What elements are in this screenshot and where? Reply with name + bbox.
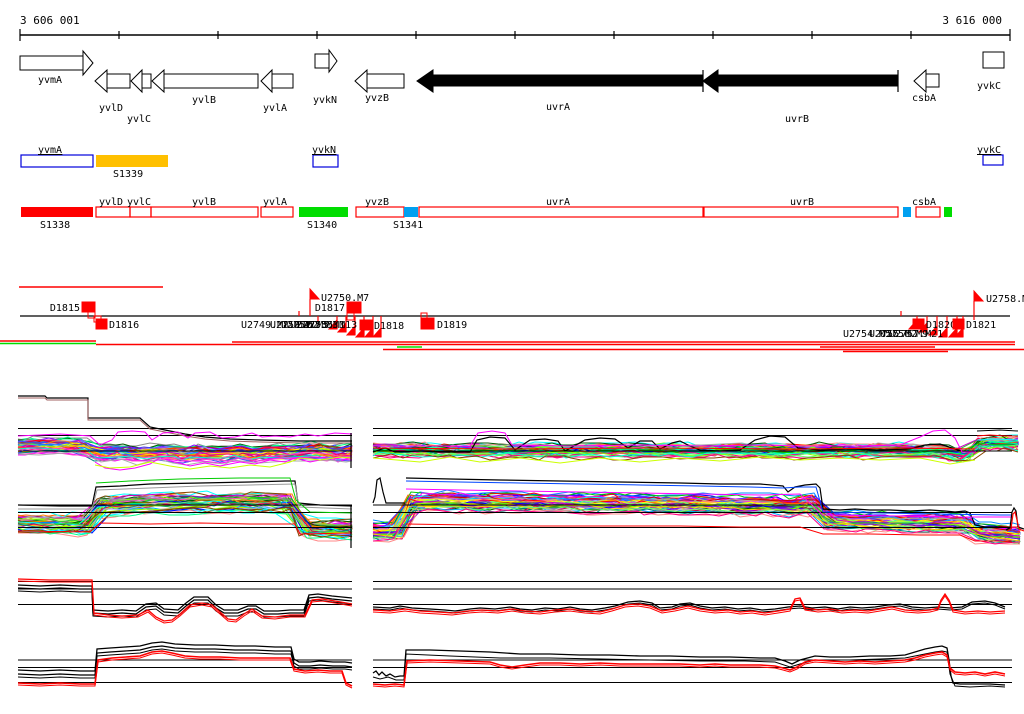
gene-label-yvlD: yvlD (99, 103, 123, 114)
segment-box-csbA (915, 206, 941, 218)
gene-arrow-yvzB (354, 68, 405, 94)
segment-box-yvzB (355, 206, 405, 218)
feature-box-yvkN (312, 154, 339, 168)
up-flag-icon (309, 287, 321, 300)
feature-box-yvmA (20, 154, 94, 168)
gene-arrow-yvmA (19, 49, 94, 77)
marker-label-U2758.M: U2758.M (986, 294, 1024, 305)
marker-label-D1817: D1817 (315, 303, 345, 314)
segment-box-S1338 (21, 207, 93, 217)
gene-arrow-yvlB (151, 68, 259, 94)
gene-label-yvkN: yvkN (313, 95, 337, 106)
gene-arrow-uvrB (702, 69, 899, 93)
segment-box-uvrA (418, 206, 704, 218)
profile-feature-line (372, 645, 1006, 686)
segment-box-S1341 (404, 207, 418, 217)
marker-label-D1818: D1818 (374, 321, 404, 332)
segment-box-uvrB (703, 206, 899, 218)
marker-box-D1816 (95, 318, 108, 330)
gene-arrow-yvlA (260, 68, 294, 94)
segment-label-csbA: csbA (912, 197, 936, 208)
gene-label-yvzB: yvzB (365, 93, 389, 104)
up-flag-icon (973, 289, 985, 302)
segment-box-S1340 (299, 207, 348, 217)
segment-box-seg-azure-2 (903, 207, 911, 217)
segment-box-yvlD (95, 206, 131, 218)
segment-label-yvzB: yvzB (365, 197, 389, 208)
segment-box-seg-green-2 (944, 207, 952, 217)
segment-label-S1340: S1340 (307, 220, 337, 231)
profile-feature-line (976, 429, 1019, 432)
profile-feature-line (17, 648, 353, 679)
gene-label-yvlB: yvlB (192, 95, 216, 106)
marker-label-D1820: D1820 (926, 320, 956, 331)
marker-label-overlap: U2755.M13 (303, 320, 357, 331)
segment-label-S1341: S1341 (393, 220, 423, 231)
segment-label-yvlC: yvlC (127, 197, 151, 208)
region-end-coordinate: 3 616 000 (942, 14, 1002, 27)
segment-label-S1338: S1338 (40, 220, 70, 231)
gene-label-yvkC: yvkC (977, 81, 1001, 92)
marker-label-D1816: D1816 (109, 320, 139, 331)
segment-box-yvlB (150, 206, 259, 218)
gene-label-yvlA: yvlA (263, 103, 287, 114)
feature-box-yvkC (982, 154, 1004, 166)
gene-arrow-yvkN (314, 48, 338, 74)
profile-feature-line (17, 580, 353, 624)
gene-label-yvlC: yvlC (127, 114, 151, 125)
marker-box-D1820 (912, 318, 925, 330)
genome-browser-canvas: 3 606 001 3 616 000 yvmA yvlD yvlC yvlB yvlA… (0, 14, 1024, 689)
segment-label-yvlB: yvlB (192, 197, 216, 208)
segment-label-yvlD: yvlD (99, 197, 123, 208)
gene-arrow-yvkC (982, 51, 1005, 69)
feature-box-S1339 (96, 155, 168, 167)
gene-arrow-yvlD (94, 68, 131, 94)
gene-label-uvrB: uvrB (785, 114, 809, 125)
segment-box-yvlA (260, 206, 294, 218)
gene-label-csbA: csbA (912, 93, 936, 104)
marker-box-D1819 (420, 317, 435, 330)
marker-box-D1815 (81, 301, 96, 313)
gene-label-yvmA: yvmA (38, 75, 62, 86)
profile-feature-line (372, 477, 405, 504)
segment-label-yvlA: yvlA (263, 197, 287, 208)
segment-label-uvrA: uvrA (546, 197, 570, 208)
segment-box-yvlC (129, 206, 152, 218)
feature-label-S1339: S1339 (113, 169, 143, 180)
marker-label-D1819: D1819 (437, 320, 467, 331)
region-start-coordinate: 3 606 001 (20, 14, 80, 27)
gene-arrow-uvrA (416, 69, 704, 93)
genome-browser-page: 3 606 001 3 616 000 yvmA yvlD yvlC yvlB yvlA… (0, 0, 1024, 714)
marker-box-D1818 (359, 319, 373, 331)
marker-label-D1821: D1821 (966, 320, 996, 331)
marker-label-D1815: D1815 (50, 303, 80, 314)
gene-arrow-yvlC (130, 68, 152, 94)
marker-box-D1817 (346, 301, 362, 314)
segment-label-uvrB: uvrB (790, 197, 814, 208)
gene-label-uvrA: uvrA (546, 102, 570, 113)
marker-box-D1821 (952, 318, 965, 330)
